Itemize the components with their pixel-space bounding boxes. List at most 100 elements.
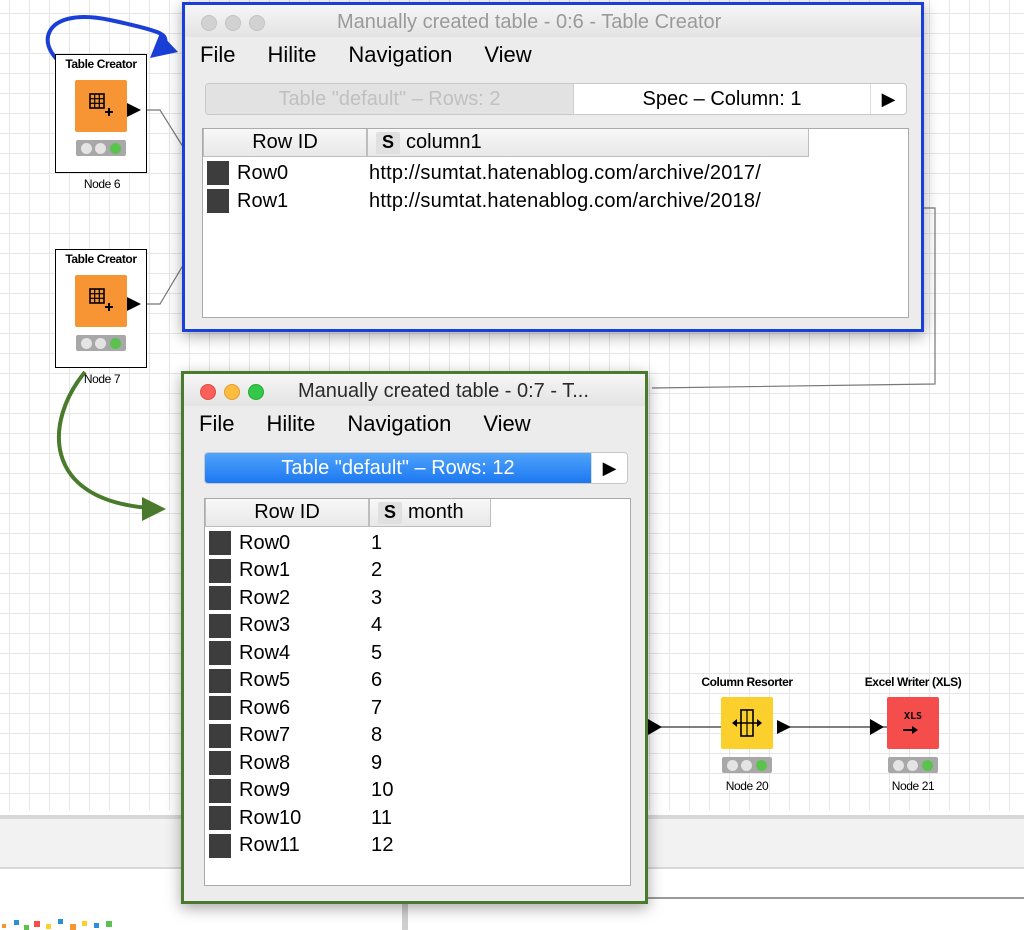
node-excel-writer-21[interactable]: Excel Writer (XLS) XLS Node 21 [852,675,974,793]
window-titlebar[interactable]: Manually created table - 0:7 - T... [184,374,645,406]
node-6-output-port[interactable] [126,102,142,118]
row-id: Row0 [237,161,289,184]
table-row[interactable]: Row3 4 [209,613,383,638]
table-row[interactable]: Row1 2 [209,558,383,583]
cell-value: 9 [371,751,383,774]
row-marker [207,189,229,213]
window-titlebar[interactable]: Manually created table - 0:6 - Table Cre… [185,5,921,37]
tab-table-default[interactable]: Table "default" – Rows: 2 [206,84,574,114]
table-header: Row ID S month [205,499,491,527]
menu-hilite[interactable]: Hilite [266,411,315,437]
table-row[interactable]: Row7 8 [209,723,383,748]
row-id: Row4 [239,641,291,664]
data-table[interactable]: Row ID S column1 Row0 http://sumtat.hate… [202,128,909,318]
cell-value: 10 [371,779,394,801]
column-resorter-icon[interactable] [721,697,773,749]
minimize-window-button[interactable] [225,15,241,31]
menu-view[interactable]: View [484,42,531,68]
row-id: Row7 [239,724,291,746]
table-creator-icon[interactable] [75,275,127,327]
data-table[interactable]: Row ID S month Row0 1 Row1 2 Row2 3 Row3 4 Row4 5… [204,498,631,886]
row-marker [209,531,231,555]
row-id: Row1 [237,189,289,212]
table-row[interactable]: Row1 http://sumtat.hatenablog.com/archiv… [207,189,761,213]
tab-scroll-right-icon[interactable]: ▶ [870,84,906,114]
column-header-rowid[interactable]: Row ID [205,499,369,527]
cell-value: 4 [371,614,383,636]
row-marker [209,751,231,775]
cell-value: 7 [371,696,383,719]
excel-writer-icon[interactable]: XLS [887,697,939,749]
node-status-lights [76,140,126,156]
cell-value: http://sumtat.hatenablog.com/archive/201… [369,161,761,184]
row-marker [209,586,231,610]
table-view-window-node-7[interactable]: Manually created table - 0:7 - T... File… [181,371,648,904]
node-20-output-port[interactable] [776,719,792,735]
table-row[interactable]: Row10 11 [209,806,392,830]
string-type-icon: S [378,501,402,524]
node-title: Table Creator [65,252,137,266]
node-status-lights [76,335,126,351]
tab-spec[interactable]: Spec – Column: 1 [574,84,870,114]
menu-hilite[interactable]: Hilite [267,42,316,68]
row-marker [209,833,231,858]
menu-view[interactable]: View [483,411,530,437]
row-marker [209,806,231,830]
zoom-window-button[interactable] [248,384,264,400]
column-header-column1[interactable]: S column1 [367,129,809,157]
row-id: Row11 [239,834,300,856]
table-row[interactable]: Row2 3 [209,586,382,610]
menu-file[interactable]: File [200,42,235,68]
cell-value: 2 [371,559,383,581]
row-id: Row10 [239,806,302,829]
window-controls [200,384,264,400]
node-label: Node 21 [891,779,935,793]
tab-scroll-right-icon[interactable]: ▶ [591,453,627,483]
close-window-button[interactable] [201,15,217,31]
menu-navigation[interactable]: Navigation [347,411,451,437]
table-row[interactable]: Row5 6 [209,668,382,693]
row-id: Row8 [239,751,291,774]
table-header: Row ID S column1 [203,129,809,157]
cell-value: 12 [371,834,394,856]
table-row[interactable]: Row0 http://sumtat.hatenablog.com/archiv… [207,161,761,185]
row-id: Row9 [239,779,291,801]
row-id: Row0 [239,531,291,554]
table-row[interactable]: Row8 9 [209,751,382,775]
table-row[interactable]: Row9 10 [209,778,394,803]
zoom-window-button[interactable] [249,15,265,31]
tab-table-default[interactable]: Table "default" – Rows: 12 [205,453,591,483]
table-creator-icon[interactable] [75,80,127,132]
table-row[interactable]: Row4 5 [209,641,382,665]
table-row[interactable]: Row6 7 [209,696,382,720]
row-id: Row6 [239,696,291,719]
node-label: Node 20 [725,779,769,793]
row-marker [207,161,229,185]
node-label: Node 6 [83,177,121,191]
node-7-output-port[interactable] [126,296,142,312]
node-status-lights [888,757,938,773]
cell-value: http://sumtat.hatenablog.com/archive/201… [369,189,761,212]
row-marker [209,613,231,638]
table-view-window-node-6[interactable]: Manually created table - 0:6 - Table Cre… [182,2,924,332]
close-window-button[interactable] [200,384,216,400]
row-id: Row3 [239,614,291,636]
row-marker [209,696,231,720]
node-title: Table Creator [65,57,137,71]
column-header-rowid[interactable]: Row ID [203,129,367,157]
string-type-icon: S [376,131,400,154]
window-title: Manually created table - 0:7 - T... [298,380,589,402]
cell-value: 8 [371,724,383,746]
row-marker [209,668,231,693]
row-marker [209,641,231,665]
menu-navigation[interactable]: Navigation [348,42,452,68]
minimize-window-button[interactable] [224,384,240,400]
window-title: Manually created table - 0:6 - Table Cre… [337,11,722,33]
column-header-month[interactable]: S month [369,499,491,527]
table-row[interactable]: Row0 1 [209,531,382,555]
table-row[interactable]: Row11 12 [209,833,394,858]
node-status-lights [722,757,772,773]
tab-bar: Table "default" – Rows: 2 Spec – Column:… [205,83,907,115]
node-title: Excel Writer (XLS) [864,675,962,689]
menu-file[interactable]: File [199,411,234,437]
